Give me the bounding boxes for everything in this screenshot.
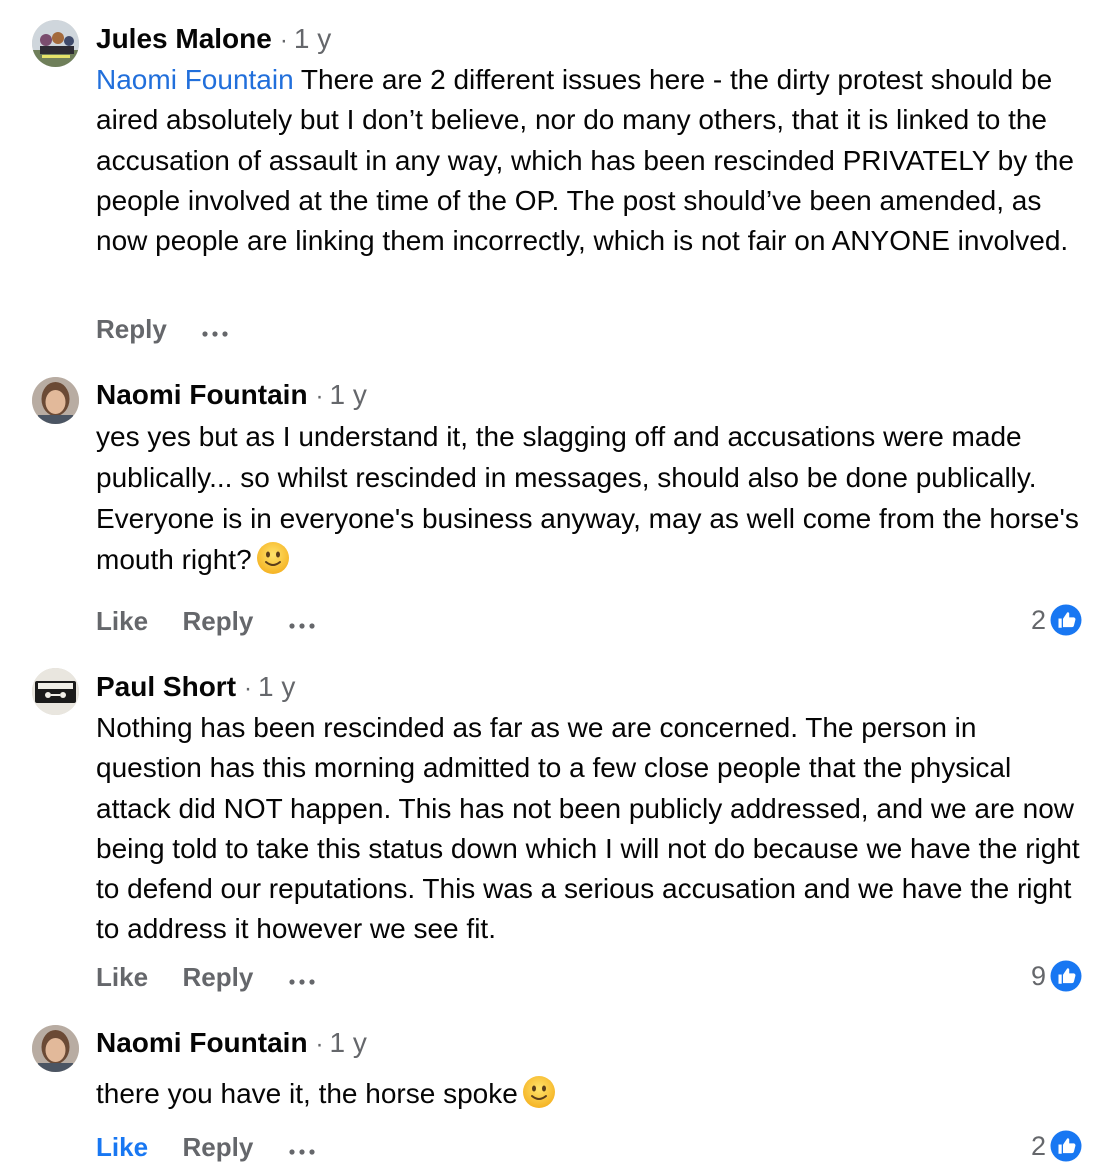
reaction-summary[interactable]: 2 — [1031, 1129, 1082, 1163]
comment-header: Naomi Fountain · 1 y — [96, 1024, 367, 1062]
mention-link[interactable]: Naomi Fountain — [96, 64, 294, 95]
comment-header: Jules Malone · 1 y — [96, 20, 331, 58]
comment-header: Naomi Fountain · 1 y — [96, 376, 367, 414]
comment-actions: Reply — [96, 314, 229, 344]
avatar[interactable] — [32, 668, 79, 715]
comment-body: Nothing has been rescinded as far as we … — [96, 712, 1090, 945]
avatar[interactable] — [32, 20, 79, 67]
comment-header: Paul Short · 1 y — [96, 668, 295, 706]
comment-time[interactable]: 1 y — [294, 23, 331, 54]
separator-dot: · — [315, 383, 324, 410]
comment-author[interactable]: Paul Short — [96, 671, 236, 702]
reaction-summary[interactable]: 9 — [1031, 959, 1082, 993]
slightly-smiling-face-icon — [522, 1075, 556, 1109]
comment-time[interactable]: 1 y — [258, 671, 295, 702]
reply-button[interactable]: Reply — [182, 962, 253, 992]
comment-actions: Like Reply — [96, 606, 316, 636]
avatar[interactable] — [32, 377, 79, 424]
reply-button[interactable]: Reply — [182, 606, 253, 636]
more-dots-icon[interactable] — [288, 611, 316, 641]
comment-author[interactable]: Naomi Fountain — [96, 379, 308, 410]
comment-author[interactable]: Jules Malone — [96, 23, 272, 54]
comment-text: yes yes but as I understand it, the slag… — [96, 416, 1081, 580]
avatar-image — [32, 1025, 79, 1072]
slightly-smiling-face-icon — [256, 541, 290, 575]
comment-text: there you have it, the horse spoke — [96, 1074, 1086, 1114]
separator-dot: · — [279, 27, 288, 54]
comment-time[interactable]: 1 y — [330, 379, 367, 410]
more-dots-icon[interactable] — [288, 1137, 316, 1167]
separator-dot: · — [315, 1031, 324, 1058]
like-button[interactable]: Like — [96, 962, 148, 992]
comment-body: yes yes but as I understand it, the slag… — [96, 421, 1087, 575]
reply-button[interactable]: Reply — [96, 314, 167, 344]
more-dots-icon[interactable] — [201, 319, 229, 349]
reaction-count: 9 — [1030, 961, 1046, 991]
separator-dot: · — [244, 675, 253, 702]
reaction-count: 2 — [1030, 605, 1046, 635]
thumbs-up-reaction-icon — [1050, 960, 1082, 992]
reaction-summary[interactable]: 2 — [1031, 603, 1082, 637]
like-button[interactable]: Like — [96, 606, 148, 636]
comment-author[interactable]: Naomi Fountain — [96, 1027, 308, 1058]
comment-body: there you have it, the horse spoke — [96, 1078, 518, 1109]
comment-text: Nothing has been rescinded as far as we … — [96, 708, 1086, 950]
comment-actions: Like Reply — [96, 962, 316, 992]
cassette-avatar-image — [32, 668, 79, 715]
avatar[interactable] — [32, 1025, 79, 1072]
comment-actions: Like Reply — [96, 1132, 316, 1162]
reply-button[interactable]: Reply — [182, 1132, 253, 1162]
avatar-image — [32, 377, 79, 424]
thumbs-up-reaction-icon — [1050, 1130, 1082, 1162]
reaction-count: 2 — [1030, 1131, 1046, 1161]
avatar-image — [32, 20, 79, 67]
more-dots-icon[interactable] — [288, 967, 316, 997]
thumbs-up-reaction-icon — [1050, 604, 1082, 636]
like-button[interactable]: Like — [96, 1132, 148, 1162]
comment-text: Naomi Fountain There are 2 different iss… — [96, 60, 1086, 261]
comment-time[interactable]: 1 y — [330, 1027, 367, 1058]
